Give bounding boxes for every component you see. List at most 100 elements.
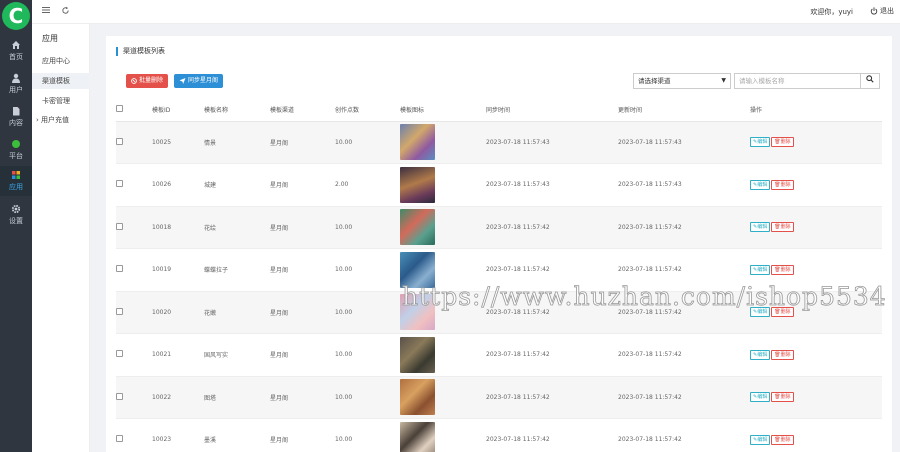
template-thumbnail	[400, 209, 435, 246]
header-update-time: 更新时间	[618, 99, 750, 122]
gear-icon	[11, 204, 21, 214]
cell-points: 10.00	[335, 376, 400, 419]
edit-button[interactable]: ✎编辑	[750, 434, 771, 445]
hamburger-icon[interactable]	[42, 6, 52, 16]
batch-delete-label: 批量删除	[139, 77, 164, 84]
header-sync-time: 同步时间	[486, 99, 618, 122]
cell-channel: 星月阁	[270, 121, 335, 164]
chevron-right-icon: ›	[36, 116, 39, 124]
cell-id: 10019	[152, 248, 204, 292]
header-actions: 操作	[750, 99, 882, 122]
channel-select-value: 请选择渠道	[638, 77, 671, 85]
cell-update-time: 2023-07-18 11:57:42	[618, 376, 750, 419]
page-title: 渠道模板列表	[116, 47, 165, 56]
edit-label: 编辑	[757, 181, 768, 188]
row-checkbox[interactable]	[116, 265, 123, 273]
template-list-panel: 渠道模板列表 批量删除 同步星月阁 请选择渠道 ▼ 请输入模板名称 模板ID 模…	[106, 36, 892, 452]
edit-button[interactable]: ✎编辑	[750, 264, 771, 275]
cell-update-time: 2023-07-18 11:57:43	[618, 121, 750, 164]
submenu-item-channel-template[interactable]: 渠道模板	[32, 73, 90, 89]
cell-sync-time: 2023-07-18 11:57:42	[486, 206, 618, 249]
sync-label: 同步星月阁	[188, 77, 219, 84]
rail-item-label: 首页	[9, 53, 23, 61]
template-thumbnail	[400, 421, 435, 452]
table-row: 10025 情景 星月阁 10.00 2023-07-18 11:57:43 2…	[116, 121, 882, 164]
delete-label: 删除	[780, 181, 791, 188]
submenu-item-app-center[interactable]: 应用中心	[32, 53, 90, 69]
template-thumbnail	[400, 166, 435, 203]
edit-button[interactable]: ✎编辑	[750, 179, 771, 190]
delete-label: 删除	[780, 436, 791, 443]
header-template-icon: 模板图标	[400, 99, 486, 122]
rail-item-settings[interactable]: 设置	[0, 200, 32, 230]
cell-name: 墨溪	[204, 418, 270, 452]
edit-button[interactable]: ✎编辑	[750, 392, 771, 403]
cell-points: 10.00	[335, 418, 400, 452]
refresh-icon[interactable]	[61, 6, 71, 16]
template-name-search-input[interactable]: 请输入模板名称	[734, 73, 861, 89]
row-checkbox[interactable]	[116, 435, 123, 443]
header-template-channel: 模板渠道	[270, 99, 335, 122]
sync-button[interactable]: 同步星月阁	[174, 74, 224, 88]
template-thumbnail	[400, 379, 435, 416]
cell-sync-time: 2023-07-18 11:57:42	[486, 418, 618, 452]
cell-points: 2.00	[335, 163, 400, 207]
power-icon	[870, 7, 878, 15]
cell-name: 城建	[204, 163, 270, 207]
rail-item-user[interactable]: 用户	[0, 69, 32, 99]
edit-button[interactable]: ✎编辑	[750, 349, 771, 360]
delete-label: 删除	[780, 266, 791, 273]
sub-menu: 应用 应用中心 渠道模板 卡密管理 › 用户充值	[32, 0, 90, 452]
rail-item-apps[interactable]: 应用	[0, 166, 32, 196]
submenu-item-user-recharge[interactable]: › 用户充值	[32, 112, 90, 128]
cell-channel: 星月阁	[270, 418, 335, 452]
template-table: 模板ID 模板名称 模板渠道 创作点数 模板图标 同步时间 更新时间 操作 10…	[116, 99, 882, 452]
delete-button[interactable]: 🗑删除	[771, 179, 794, 190]
home-icon	[12, 41, 20, 49]
circle-icon	[12, 140, 20, 148]
row-checkbox[interactable]	[116, 350, 123, 358]
logo-letter: C	[8, 4, 24, 28]
cell-update-time: 2023-07-18 11:57:42	[618, 206, 750, 249]
search-button[interactable]	[860, 73, 880, 89]
cell-name: 花绘	[204, 206, 270, 249]
send-icon	[179, 78, 186, 84]
rail-item-label: 内容	[9, 119, 23, 127]
rail-item-content[interactable]: 内容	[0, 102, 32, 132]
cell-channel: 星月阁	[270, 163, 335, 207]
delete-button[interactable]: 🗑删除	[771, 434, 794, 445]
rail-item-platform[interactable]: 平台	[0, 135, 32, 165]
table-row: 10021 国风写实 星月阁 10.00 2023-07-18 11:57:42…	[116, 333, 882, 377]
watermark-text: https://www.huzhan.com/ishop5534	[402, 282, 887, 312]
top-bar: 欢迎你，yuyi 退出	[32, 0, 900, 24]
logout-button[interactable]: 退出	[870, 6, 894, 16]
edit-button[interactable]: ✎编辑	[750, 137, 771, 148]
table-row: 10022 图塔 星月阁 10.00 2023-07-18 11:57:42 2…	[116, 376, 882, 419]
channel-select[interactable]: 请选择渠道 ▼	[633, 73, 731, 89]
submenu-item-card-management[interactable]: 卡密管理	[32, 93, 90, 109]
row-checkbox[interactable]	[116, 307, 123, 315]
delete-button[interactable]: 🗑删除	[771, 349, 794, 360]
row-checkbox[interactable]	[116, 137, 123, 145]
delete-button[interactable]: 🗑删除	[771, 264, 794, 275]
edit-button[interactable]: ✎编辑	[750, 222, 771, 233]
delete-button[interactable]: 🗑删除	[771, 392, 794, 403]
row-checkbox[interactable]	[116, 392, 123, 400]
template-thumbnail	[400, 336, 435, 373]
cell-points: 10.00	[335, 248, 400, 292]
header-template-id: 模板ID	[152, 99, 204, 122]
cell-id: 10021	[152, 333, 204, 377]
batch-delete-button[interactable]: 批量删除	[126, 74, 169, 88]
select-all-checkbox[interactable]	[116, 105, 123, 113]
table-row: 10026 城建 星月阁 2.00 2023-07-18 11:57:43 20…	[116, 163, 882, 207]
row-checkbox[interactable]	[116, 222, 123, 230]
row-checkbox[interactable]	[116, 180, 123, 188]
cell-update-time: 2023-07-18 11:57:43	[618, 163, 750, 207]
delete-label: 删除	[780, 394, 791, 401]
delete-button[interactable]: 🗑删除	[771, 222, 794, 233]
rail-item-label: 应用	[9, 183, 23, 191]
delete-button[interactable]: 🗑删除	[771, 137, 794, 148]
rail-item-home[interactable]: 首页	[0, 36, 32, 66]
edit-label: 编辑	[757, 394, 768, 401]
rail-item-label: 设置	[9, 217, 23, 225]
